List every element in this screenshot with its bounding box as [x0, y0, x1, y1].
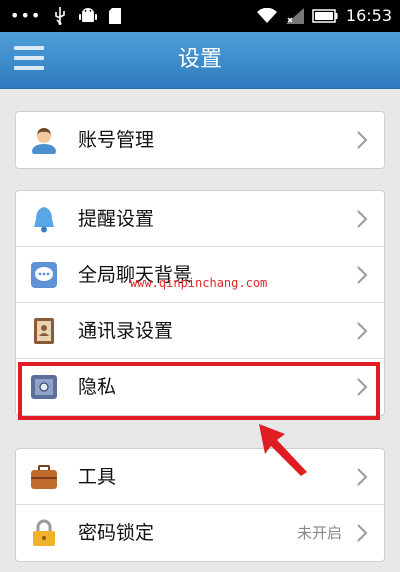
hamburger-menu-icon[interactable]	[14, 46, 44, 74]
signal-icon	[285, 8, 304, 24]
page-title: 设置	[177, 47, 222, 72]
wifi-icon	[256, 8, 278, 24]
settings-item-label: 工具	[78, 466, 117, 488]
settings-item-label: 密码锁定	[78, 522, 155, 544]
settings-item-contacts[interactable]: 通讯录设置	[16, 303, 384, 359]
chevron-right-icon	[357, 468, 368, 486]
battery-icon	[312, 9, 338, 23]
status-bar: ••• 16:53	[0, 0, 400, 32]
chat-bubble-icon	[31, 262, 57, 288]
android-icon	[79, 7, 98, 25]
title-bar: 设置	[0, 32, 400, 89]
bell-icon	[34, 207, 54, 233]
settings-item-label: 提醒设置	[78, 208, 155, 230]
password-lock-status: 未开启	[296, 524, 342, 542]
sd-card-icon	[109, 8, 122, 24]
contacts-book-icon	[34, 318, 54, 344]
user-avatar-icon	[32, 128, 56, 154]
settings-item-label: 通讯录设置	[78, 320, 174, 342]
chevron-right-icon	[357, 322, 368, 340]
more-dots-icon: •••	[10, 6, 42, 25]
chevron-right-icon	[357, 210, 368, 228]
watermark: www.qinpinchang.com	[130, 276, 268, 290]
usb-icon	[53, 7, 67, 25]
red-arrow-icon	[259, 424, 307, 476]
chevron-right-icon	[357, 131, 368, 149]
settings-item-account-management[interactable]: 账号管理	[16, 112, 384, 168]
clock: 16:53	[345, 6, 392, 25]
settings-group-account: 账号管理	[15, 111, 385, 169]
settings-item-label: 全局聊天背景	[78, 264, 193, 286]
highlight-box	[18, 362, 380, 420]
settings-item-label: 账号管理	[78, 129, 155, 151]
settings-item-notifications[interactable]: 提醒设置	[16, 191, 384, 247]
status-bar-left: •••	[10, 0, 122, 32]
settings-item-password-lock[interactable]: 密码锁定 未开启	[16, 505, 384, 561]
toolbox-icon	[31, 465, 57, 489]
status-bar-right: 16:53	[256, 0, 392, 32]
chevron-right-icon	[357, 266, 368, 284]
settings-item-chat-background[interactable]: 全局聊天背景	[16, 247, 384, 303]
chevron-right-icon	[357, 524, 368, 542]
settings-group-tools: 工具 密码锁定 未开启	[15, 448, 385, 562]
padlock-icon	[33, 519, 55, 546]
settings-item-tools[interactable]: 工具	[16, 449, 384, 505]
